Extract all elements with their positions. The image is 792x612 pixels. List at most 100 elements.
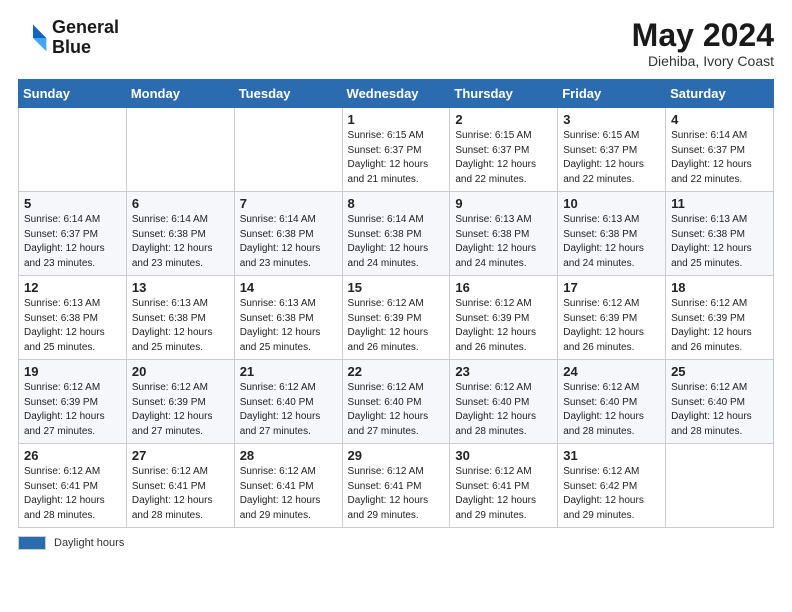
day-number: 27 <box>132 448 229 463</box>
footer: Daylight hours <box>18 536 774 550</box>
day-number: 24 <box>563 364 660 379</box>
daylight-label: Daylight hours <box>54 537 124 549</box>
day-number: 4 <box>671 112 768 127</box>
calendar-cell: 26 Sunrise: 6:12 AM Sunset: 6:41 PM Dayli… <box>19 444 127 528</box>
day-number: 26 <box>24 448 121 463</box>
location: Diehiba, Ivory Coast <box>632 53 774 69</box>
calendar-cell: 17Sunrise: 6:12 AM Sunset: 6:39 PM Dayli… <box>558 276 666 360</box>
calendar-cell: 23 Sunrise: 6:12 AM Sunset: 6:40 PM Dayli… <box>450 360 558 444</box>
daylight-swatch <box>18 536 46 550</box>
day-info: Sunrise: 6:14 AM Sunset: 6:37 PM Dayligh… <box>24 213 121 271</box>
logo: General Blue <box>18 18 119 58</box>
day-number: 3 <box>563 112 660 127</box>
logo-text: General Blue <box>52 18 119 58</box>
day-info: Sunrise: 6:12 AM Sunset: 6:39 PM Dayligh… <box>671 297 768 355</box>
day-info: Sunrise: 6:12 AM Sunset: 6:39 PM Dayligh… <box>455 297 552 355</box>
calendar-cell: 8Sunrise: 6:14 AM Sunset: 6:38 PM Daylig… <box>342 192 450 276</box>
day-number: 30 <box>455 448 552 463</box>
day-number: 10 <box>563 196 660 211</box>
calendar-cell: 24 Sunrise: 6:12 AM Sunset: 6:40 PM Dayli… <box>558 360 666 444</box>
day-number: 22 <box>348 364 445 379</box>
day-info: Sunrise: 6:12 AM Sunset: 6:42 PM Dayligh… <box>563 465 660 523</box>
weekday-thursday: Thursday <box>450 80 558 108</box>
day-number: 18 <box>671 280 768 295</box>
day-info: Sunrise: 6:14 AM Sunset: 6:38 PM Dayligh… <box>240 213 337 271</box>
day-number: 23 <box>455 364 552 379</box>
calendar-cell: 2 Sunrise: 6:15 AM Sunset: 6:37 PM Daylig… <box>450 108 558 192</box>
day-number: 2 <box>455 112 552 127</box>
day-info: Sunrise: 6:12 AM Sunset: 6:40 PM Dayligh… <box>348 381 445 439</box>
day-number: 5 <box>24 196 121 211</box>
calendar-cell <box>126 108 234 192</box>
weekday-saturday: Saturday <box>666 80 774 108</box>
day-info: Sunrise: 6:12 AM Sunset: 6:41 PM Dayligh… <box>348 465 445 523</box>
calendar-cell: 31 Sunrise: 6:12 AM Sunset: 6:42 PM Dayli… <box>558 444 666 528</box>
day-info: Sunrise: 6:13 AM Sunset: 6:38 PM Dayligh… <box>24 297 121 355</box>
calendar-week-5: 26 Sunrise: 6:12 AM Sunset: 6:41 PM Dayli… <box>19 444 774 528</box>
calendar-cell: 3 Sunrise: 6:15 AM Sunset: 6:37 PM Daylig… <box>558 108 666 192</box>
day-info: Sunrise: 6:12 AM Sunset: 6:41 PM Dayligh… <box>24 465 121 523</box>
day-number: 31 <box>563 448 660 463</box>
day-info: Sunrise: 6:12 AM Sunset: 6:40 PM Dayligh… <box>563 381 660 439</box>
day-info: Sunrise: 6:13 AM Sunset: 6:38 PM Dayligh… <box>563 213 660 271</box>
day-info: Sunrise: 6:12 AM Sunset: 6:41 PM Dayligh… <box>132 465 229 523</box>
day-number: 21 <box>240 364 337 379</box>
day-info: Sunrise: 6:14 AM Sunset: 6:38 PM Dayligh… <box>132 213 229 271</box>
day-number: 14 <box>240 280 337 295</box>
calendar-cell: 1Sunrise: 6:15 AM Sunset: 6:37 PM Daylig… <box>342 108 450 192</box>
calendar-cell: 29 Sunrise: 6:12 AM Sunset: 6:41 PM Dayli… <box>342 444 450 528</box>
weekday-header-row: SundayMondayTuesdayWednesdayThursdayFrid… <box>19 80 774 108</box>
calendar-cell <box>19 108 127 192</box>
day-info: Sunrise: 6:12 AM Sunset: 6:39 PM Dayligh… <box>24 381 121 439</box>
day-info: Sunrise: 6:12 AM Sunset: 6:39 PM Dayligh… <box>348 297 445 355</box>
day-number: 13 <box>132 280 229 295</box>
day-info: Sunrise: 6:12 AM Sunset: 6:39 PM Dayligh… <box>132 381 229 439</box>
day-number: 19 <box>24 364 121 379</box>
calendar-cell: 11Sunrise: 6:13 AM Sunset: 6:38 PM Dayli… <box>666 192 774 276</box>
day-info: Sunrise: 6:13 AM Sunset: 6:38 PM Dayligh… <box>132 297 229 355</box>
weekday-friday: Friday <box>558 80 666 108</box>
logo-line1: General <box>52 18 119 38</box>
page: General Blue May 2024 Diehiba, Ivory Coa… <box>0 0 792 612</box>
day-number: 1 <box>348 112 445 127</box>
calendar-cell: 7 Sunrise: 6:14 AM Sunset: 6:38 PM Daylig… <box>234 192 342 276</box>
calendar-cell: 10 Sunrise: 6:13 AM Sunset: 6:38 PM Dayli… <box>558 192 666 276</box>
calendar-cell: 12 Sunrise: 6:13 AM Sunset: 6:38 PM Dayli… <box>19 276 127 360</box>
month-year: May 2024 <box>632 18 774 53</box>
day-number: 8 <box>348 196 445 211</box>
calendar-week-1: 1 Sunrise: 6:15 AM Sunset: 6:37 PM Daylig… <box>19 108 774 192</box>
header: General Blue May 2024 Diehiba, Ivory Coa… <box>18 18 774 69</box>
day-number: 29 <box>348 448 445 463</box>
calendar-cell: 9Sunrise: 6:13 AM Sunset: 6:38 PM Daylig… <box>450 192 558 276</box>
calendar-cell: 13 Sunrise: 6:13 AM Sunset: 6:38 PM Dayli… <box>126 276 234 360</box>
day-info: Sunrise: 6:12 AM Sunset: 6:41 PM Dayligh… <box>240 465 337 523</box>
day-number: 28 <box>240 448 337 463</box>
calendar-cell: 18 Sunrise: 6:12 AM Sunset: 6:39 PM Dayli… <box>666 276 774 360</box>
logo-icon <box>18 23 48 53</box>
calendar-table: SundayMondayTuesdayWednesdayThursdayFrid… <box>18 79 774 528</box>
day-info: Sunrise: 6:12 AM Sunset: 6:41 PM Dayligh… <box>455 465 552 523</box>
day-info: Sunrise: 6:12 AM Sunset: 6:40 PM Dayligh… <box>240 381 337 439</box>
calendar-cell: 15 Sunrise: 6:12 AM Sunset: 6:39 PM Dayli… <box>342 276 450 360</box>
day-info: Sunrise: 6:15 AM Sunset: 6:37 PM Dayligh… <box>455 129 552 187</box>
calendar-cell: 21 Sunrise: 6:12 AM Sunset: 6:40 PM Dayli… <box>234 360 342 444</box>
weekday-wednesday: Wednesday <box>342 80 450 108</box>
day-info: Sunrise: 6:15 AM Sunset: 6:37 PM Dayligh… <box>563 129 660 187</box>
day-info: Sunrise: 6:13 AM Sunset: 6:38 PM Dayligh… <box>455 213 552 271</box>
day-number: 12 <box>24 280 121 295</box>
day-number: 7 <box>240 196 337 211</box>
day-number: 17 <box>563 280 660 295</box>
calendar-cell <box>666 444 774 528</box>
day-info: Sunrise: 6:13 AM Sunset: 6:38 PM Dayligh… <box>240 297 337 355</box>
calendar-cell: 30 Sunrise: 6:12 AM Sunset: 6:41 PM Dayli… <box>450 444 558 528</box>
day-number: 15 <box>348 280 445 295</box>
calendar-week-3: 12 Sunrise: 6:13 AM Sunset: 6:38 PM Dayli… <box>19 276 774 360</box>
calendar-cell: 14 Sunrise: 6:13 AM Sunset: 6:38 PM Dayli… <box>234 276 342 360</box>
day-info: Sunrise: 6:12 AM Sunset: 6:40 PM Dayligh… <box>455 381 552 439</box>
calendar-cell: 22 Sunrise: 6:12 AM Sunset: 6:40 PM Dayli… <box>342 360 450 444</box>
calendar-cell: 5 Sunrise: 6:14 AM Sunset: 6:37 PM Daylig… <box>19 192 127 276</box>
calendar-cell: 16Sunrise: 6:12 AM Sunset: 6:39 PM Dayli… <box>450 276 558 360</box>
day-info: Sunrise: 6:13 AM Sunset: 6:38 PM Dayligh… <box>671 213 768 271</box>
calendar-week-2: 5 Sunrise: 6:14 AM Sunset: 6:37 PM Daylig… <box>19 192 774 276</box>
calendar-cell: 27 Sunrise: 6:12 AM Sunset: 6:41 PM Dayli… <box>126 444 234 528</box>
